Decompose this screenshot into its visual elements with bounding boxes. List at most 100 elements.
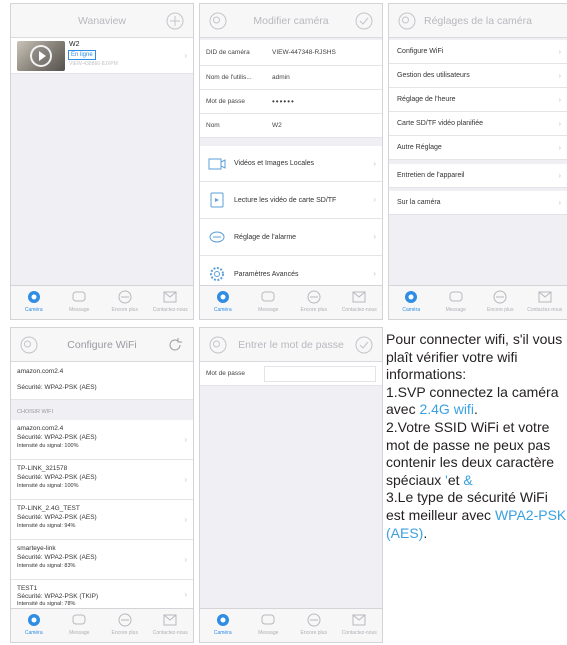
tab-label: Message: [69, 307, 90, 313]
tab-camera[interactable]: Caméra: [200, 286, 246, 319]
settings-item-other[interactable]: Autre Réglage ›: [389, 136, 567, 160]
play-icon[interactable]: [30, 45, 52, 67]
settings-item-label: Gestion des utilisateurs: [397, 72, 470, 79]
tab-more[interactable]: Encore plus: [291, 609, 337, 642]
tab-contact[interactable]: Contactez-nous: [148, 609, 194, 642]
camera-list-screen: Wanaview W2 En ligne VIEW-438866-8JXPM ›…: [10, 3, 194, 320]
tab-more[interactable]: Encore plus: [102, 286, 148, 319]
chevron-right-icon: ›: [373, 158, 376, 168]
nav-bar: Configure WiFi: [11, 328, 193, 362]
chevron-right-icon: ›: [558, 142, 561, 152]
chevron-right-icon: ›: [373, 232, 376, 241]
camera-icon: [405, 291, 418, 303]
tab-label: Contactez-nous: [341, 307, 377, 313]
settings-item-users[interactable]: Gestion des utilisateurs ›: [389, 64, 567, 88]
tab-contact[interactable]: Contactez-nous: [523, 286, 567, 319]
tab-label: Caméra: [24, 630, 43, 636]
tab-more[interactable]: Encore plus: [102, 609, 148, 642]
field-label: Nom: [206, 122, 220, 129]
tab-label: Contactez-nous: [152, 307, 188, 313]
chevron-right-icon: ›: [558, 70, 561, 80]
instructions-intro: Pour connecter wifi, s'il vous plaît vér…: [386, 331, 563, 383]
tab-contact[interactable]: Contactez-nous: [337, 609, 383, 642]
add-icon[interactable]: [165, 11, 185, 31]
more-icon: [493, 290, 507, 304]
field-name[interactable]: Nom W2: [200, 114, 382, 138]
wifi-network-item[interactable]: TP-LINK_321578 Sécurité: WPA2-PSK (AES) …: [11, 460, 193, 500]
wifi-network-item[interactable]: amazon.com2.4 Sécurité: WPA2-PSK (AES) I…: [11, 420, 193, 460]
field-value[interactable]: W2: [272, 122, 282, 129]
current-security: Sécurité: WPA2-PSK (AES): [17, 384, 97, 391]
settings-item-wifi[interactable]: Configure WiFi ›: [389, 40, 567, 64]
camera-name: W2: [69, 41, 80, 48]
menu-label: Paramètres Avancés: [234, 270, 299, 278]
tab-camera[interactable]: Caméra: [200, 609, 246, 642]
tab-camera[interactable]: Caméra: [11, 286, 57, 319]
chevron-right-icon: ›: [558, 94, 561, 104]
field-label: Nom de l'utilis...: [206, 74, 252, 81]
tab-bar: Caméra Message Encore plus Contactez-nou…: [389, 285, 567, 319]
field-value[interactable]: VIEW-447348-RJSHS: [272, 49, 336, 56]
password-label: Mot de passe: [206, 370, 246, 377]
tab-message[interactable]: Message: [434, 286, 479, 319]
instructions-step2: 2.Votre SSID WiFi et votre mot de passe …: [386, 419, 567, 489]
tab-label: Contactez-nous: [341, 630, 377, 636]
tab-more[interactable]: Encore plus: [478, 286, 523, 319]
message-icon: [72, 614, 86, 625]
password-row: Mot de passe: [200, 362, 382, 386]
tab-contact[interactable]: Contactez-nous: [337, 286, 383, 319]
wifi-network-item[interactable]: TEST1 Sécurité: WPA2-PSK (TKIP) Intensit…: [11, 580, 193, 610]
refresh-icon[interactable]: [165, 335, 185, 355]
more-icon: [118, 290, 132, 304]
confirm-icon[interactable]: [354, 335, 374, 355]
current-wifi: amazon.com2.4 Sécurité: WPA2-PSK (AES): [11, 362, 193, 400]
wifi-network-item[interactable]: smarteye-link Sécurité: WPA2-PSK (AES) I…: [11, 540, 193, 580]
tab-bar: Caméra Message Encore plus Contactez-nou…: [11, 285, 193, 319]
tab-camera[interactable]: Caméra: [389, 286, 434, 319]
camera-list-item[interactable]: W2 En ligne VIEW-438866-8JXPM ›: [11, 38, 193, 74]
chevron-right-icon: ›: [373, 195, 376, 204]
edit-camera-screen: Modifier caméra DID de caméra VIEW-44734…: [199, 3, 383, 320]
field-username[interactable]: Nom de l'utilis... admin: [200, 66, 382, 90]
wifi-signal: Intensité du signal: 94%: [17, 523, 76, 529]
wifi-network-item[interactable]: TP-LINK_2.4G_TEST Sécurité: WPA2-PSK (AE…: [11, 500, 193, 540]
tab-label: Message: [258, 630, 279, 636]
menu-alarm[interactable]: Réglage de l'alarme ›: [200, 219, 382, 256]
camera-thumbnail[interactable]: [17, 41, 65, 71]
field-did[interactable]: DID de caméra VIEW-447348-RJSHS: [200, 40, 382, 66]
menu-label: Réglage de l'alarme: [234, 233, 297, 241]
field-password[interactable]: Mot de passe ••••••: [200, 90, 382, 114]
tab-camera[interactable]: Caméra: [11, 609, 57, 642]
settings-item-maintenance[interactable]: Entretien de l'appareil ›: [389, 164, 567, 188]
step1-end: .: [473, 401, 478, 418]
settings-item-label: Configure WiFi: [397, 48, 444, 55]
settings-item-sd-schedule[interactable]: Carte SD/TF vidéo planifiée ›: [389, 112, 567, 136]
nav-bar: Réglages de la caméra: [389, 4, 567, 38]
tab-label: Contactez-nous: [527, 307, 563, 313]
tab-message[interactable]: Message: [246, 609, 292, 642]
menu-local-videos[interactable]: Vidéos et Images Locales ›: [200, 146, 382, 182]
settings-item-about[interactable]: Sur la caméra ›: [389, 191, 567, 215]
confirm-icon[interactable]: [354, 11, 374, 31]
message-icon: [449, 291, 463, 302]
tab-label: Encore plus: [111, 307, 138, 313]
tab-label: Caméra: [213, 630, 232, 636]
settings-item-label: Entretien de l'appareil: [397, 172, 465, 179]
menu-sd-playback[interactable]: Lecture les vidéo de carte SD/TF ›: [200, 182, 382, 219]
field-value[interactable]: admin: [272, 74, 290, 81]
password-input[interactable]: [264, 366, 376, 382]
nav-bar: Wanaview: [11, 4, 193, 38]
tab-contact[interactable]: Contactez-nous: [148, 286, 194, 319]
tab-message[interactable]: Message: [57, 286, 103, 319]
tab-message[interactable]: Message: [246, 286, 292, 319]
field-value[interactable]: ••••••: [272, 97, 295, 106]
contact-icon: [352, 614, 366, 626]
nav-title: Réglages de la caméra: [424, 15, 532, 27]
field-label: DID de caméra: [206, 49, 250, 56]
chevron-right-icon: ›: [558, 46, 561, 56]
message-icon: [261, 291, 275, 302]
settings-item-time[interactable]: Réglage de l'heure ›: [389, 88, 567, 112]
instructions-step3: 3.Le type de sécurité WiFi est meilleur …: [386, 489, 567, 542]
tab-message[interactable]: Message: [57, 609, 103, 642]
tab-more[interactable]: Encore plus: [291, 286, 337, 319]
